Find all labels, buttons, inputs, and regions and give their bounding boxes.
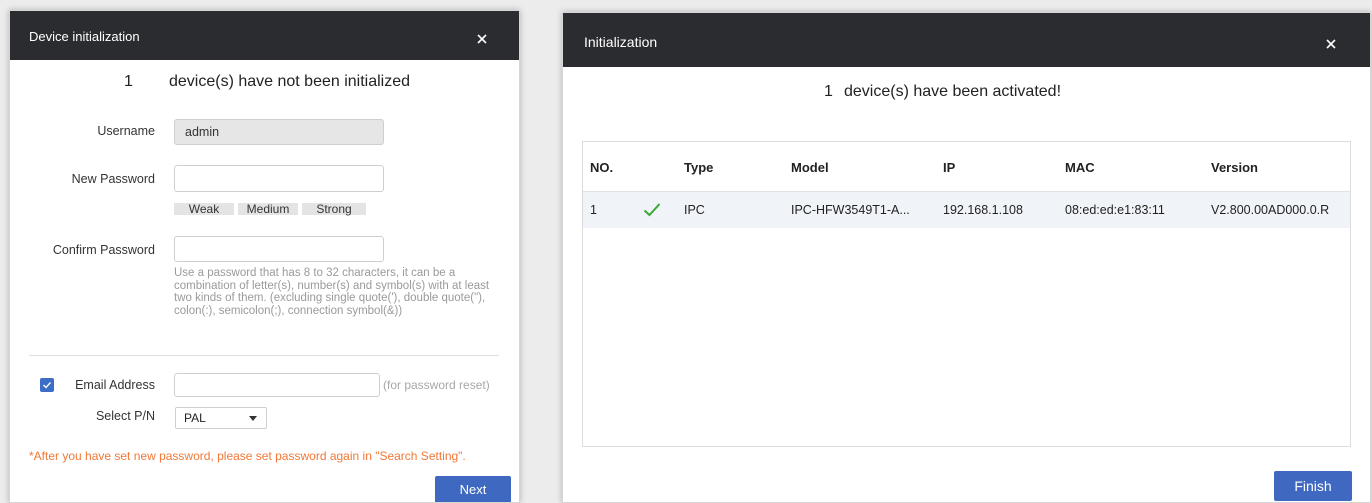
- caret-down-icon: [249, 416, 257, 421]
- cell-type: IPC: [684, 203, 705, 217]
- dialog-titlebar: Device initialization: [10, 11, 519, 60]
- column-header-no: NO.: [590, 160, 614, 175]
- cell-ip: 192.168.1.108: [943, 203, 1023, 217]
- activated-message: device(s) have been activated!: [844, 83, 1062, 100]
- uninitialized-message: device(s) have not been initialized: [169, 73, 411, 90]
- strength-medium: Medium: [238, 203, 298, 215]
- finish-button[interactable]: Finish: [1274, 471, 1352, 501]
- select-pn-value: PAL: [184, 411, 206, 425]
- table-row[interactable]: 1 IPC IPC-HFW3549T1-A... 192.168.1.108 0…: [583, 191, 1350, 228]
- device-table: NO. Type Model IP MAC Version 1 IPC IPC-…: [582, 141, 1351, 447]
- device-initialization-dialog: Device initialization 1 device(s) have n…: [9, 10, 520, 503]
- dialog-title: Initialization: [584, 34, 658, 50]
- confirm-password-label: Confirm Password: [52, 243, 155, 257]
- cell-mac: 08:ed:ed:e1:83:11: [1065, 203, 1165, 217]
- cell-version: V2.800.00AD000.0.R: [1211, 203, 1330, 217]
- strength-strong: Strong: [302, 203, 366, 215]
- dialog-titlebar: Initialization: [563, 13, 1370, 67]
- dialog-title: Device initialization: [29, 29, 140, 44]
- close-icon[interactable]: [474, 31, 490, 47]
- password-hint: Use a password that has 8 to 32 characte…: [174, 267, 490, 317]
- divider: [29, 355, 499, 356]
- email-hint: (for password reset): [383, 378, 490, 392]
- email-field[interactable]: [174, 373, 380, 397]
- new-password-label: New Password: [71, 172, 155, 186]
- close-icon[interactable]: [1323, 36, 1339, 52]
- next-button[interactable]: Next: [435, 476, 511, 502]
- select-pn-dropdown[interactable]: PAL: [175, 407, 267, 429]
- username-field: [174, 119, 384, 145]
- password-warning: *After you have set new password, please…: [29, 449, 466, 463]
- cell-model: IPC-HFW3549T1-A...: [791, 203, 910, 217]
- email-label: Email Address: [75, 378, 155, 392]
- column-header-mac: MAC: [1065, 160, 1095, 175]
- column-header-version: Version: [1211, 160, 1258, 175]
- select-pn-label: Select P/N: [95, 409, 155, 423]
- strength-weak: Weak: [174, 203, 234, 215]
- check-icon: [643, 203, 661, 217]
- username-label: Username: [97, 124, 155, 138]
- confirm-password-field[interactable]: [174, 236, 384, 262]
- column-header-ip: IP: [943, 160, 956, 175]
- column-header-type: Type: [684, 160, 714, 175]
- column-header-model: Model: [791, 160, 829, 175]
- cell-no: 1: [590, 203, 597, 217]
- uninitialized-count: 1: [124, 73, 133, 90]
- new-password-field[interactable]: [174, 165, 384, 192]
- activated-count: 1: [824, 83, 833, 100]
- initialization-dialog: Initialization 1 device(s) have been act…: [562, 12, 1371, 503]
